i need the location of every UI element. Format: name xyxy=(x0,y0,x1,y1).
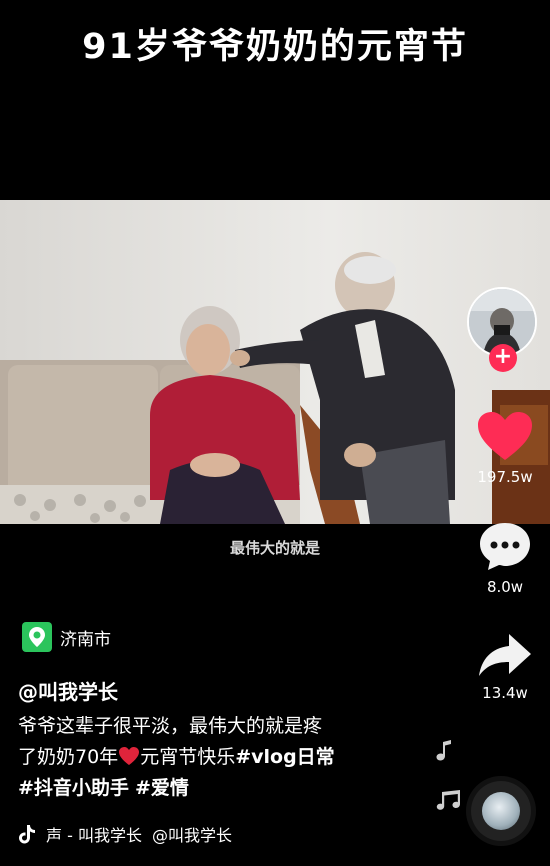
location-name: 济南市 xyxy=(60,629,111,650)
tiktok-icon xyxy=(19,825,35,844)
music-title: 声 - 叫我学长 xyxy=(46,826,142,845)
comment-button[interactable]: 8.0w xyxy=(468,520,542,596)
description-line-2: 了奶奶70年 元宵节快乐#vlog日常 xyxy=(18,742,413,773)
heart-icon xyxy=(478,412,532,460)
like-button[interactable]: 197.5w xyxy=(468,410,542,486)
comment-icon xyxy=(480,523,530,570)
location-tag[interactable]: 济南市 xyxy=(22,622,111,652)
author-name[interactable]: @叫我学长 xyxy=(18,676,118,705)
location-icon xyxy=(22,622,52,652)
description-line-3: #抖音小助手 #爱情 xyxy=(18,773,413,804)
music-cover xyxy=(482,792,520,830)
heart-emoji-icon xyxy=(119,747,140,765)
share-button[interactable]: 13.4w xyxy=(468,632,542,702)
music-row[interactable]: 声 - 叫我学长 @叫我学长 xyxy=(18,822,298,846)
comment-count: 8.0w xyxy=(486,578,524,596)
description-text: 了奶奶70年 xyxy=(18,746,119,768)
follow-button[interactable]: + xyxy=(489,344,517,372)
music-author: @叫我学长 xyxy=(151,826,232,845)
music-note-icon xyxy=(436,740,451,761)
description-text: 元宵节快乐 xyxy=(140,746,236,768)
share-icon xyxy=(479,634,531,676)
music-note-icon xyxy=(436,790,460,810)
video-description: 爷爷这辈子很平淡，最伟大的就是疼 了奶奶70年 元宵节快乐#vlog日常 #抖音小… xyxy=(18,711,413,804)
hashtag-love[interactable]: #爱情 xyxy=(135,777,189,799)
share-count: 13.4w xyxy=(482,684,528,702)
description-line-1: 爷爷这辈子很平淡，最伟大的就是疼 xyxy=(18,715,323,737)
music-disc[interactable] xyxy=(466,776,536,846)
like-count: 197.5w xyxy=(477,468,533,486)
video-title: 91岁爷爷奶奶的元宵节 xyxy=(82,27,468,67)
plus-icon: + xyxy=(493,344,513,369)
hashtag-vlog[interactable]: #vlog日常 xyxy=(235,746,334,768)
hashtag-helper[interactable]: #抖音小助手 xyxy=(18,777,129,799)
